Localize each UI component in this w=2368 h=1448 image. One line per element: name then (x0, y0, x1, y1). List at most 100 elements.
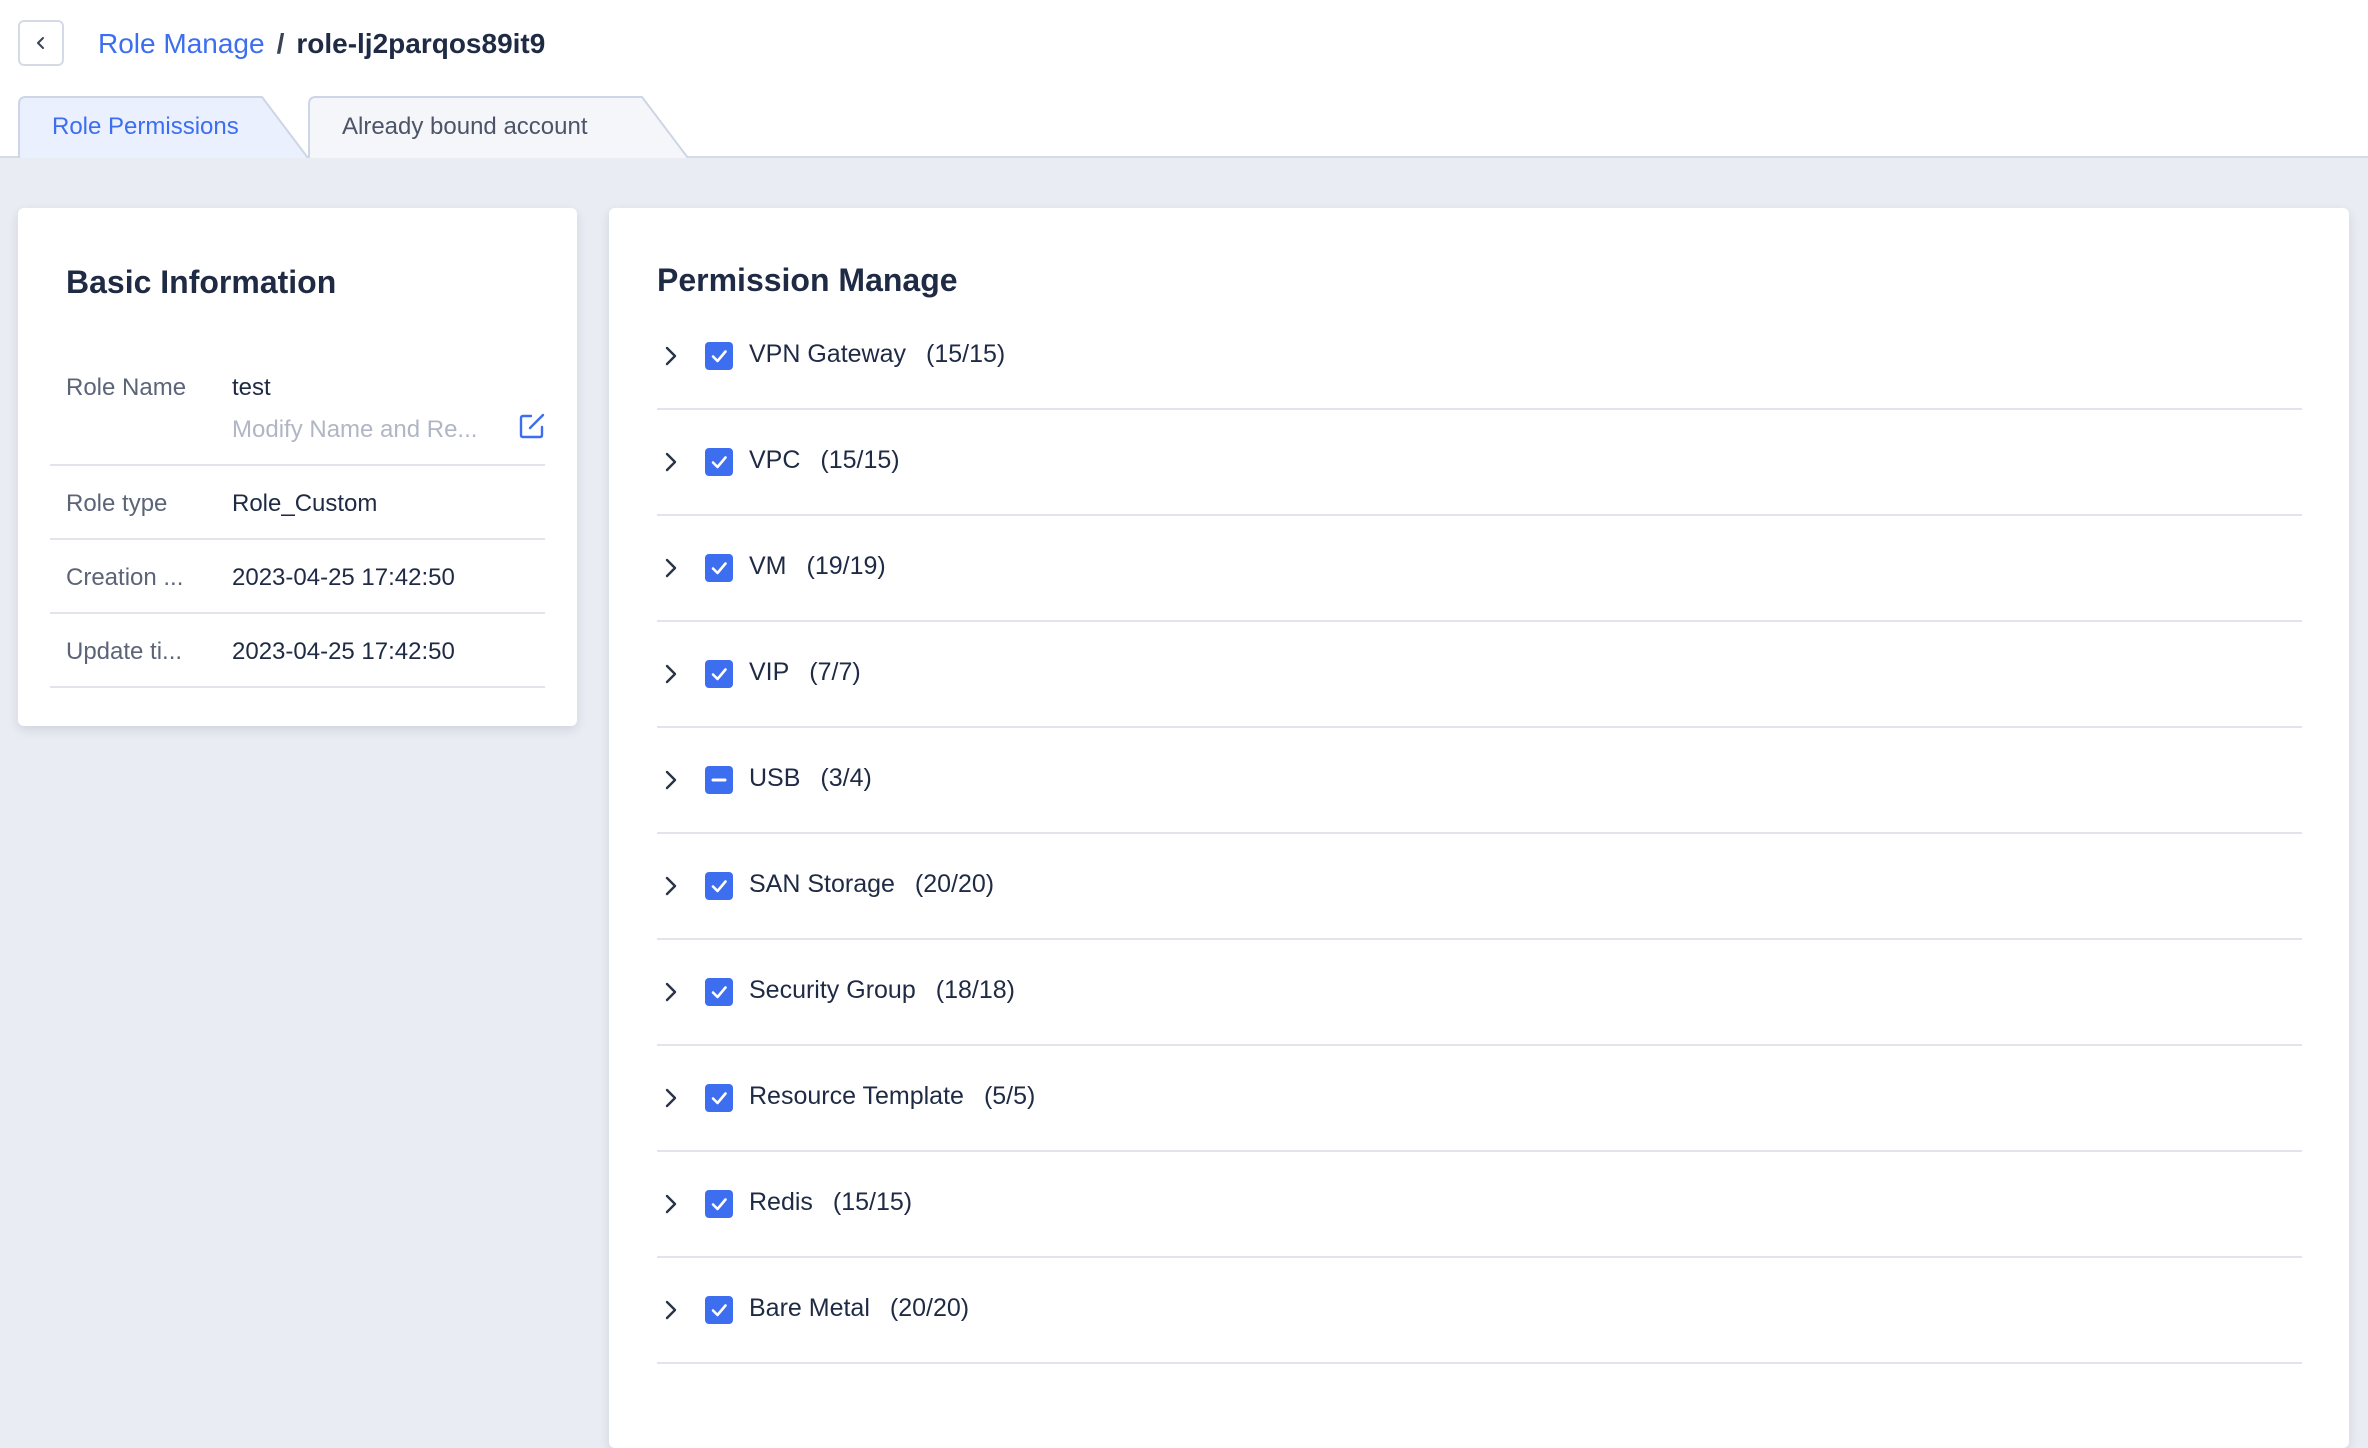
edit-icon[interactable] (518, 412, 546, 440)
info-label: Role Name (66, 374, 187, 401)
info-label: Update ti... (66, 638, 183, 665)
permission-checkbox[interactable] (705, 1296, 733, 1324)
basic-information-card: Basic Information Role Name test Modify … (18, 208, 577, 726)
permission-name: Redis (749, 1188, 813, 1216)
page-header: Role Manage / role-lj2parqos89it9 Role Per… (0, 0, 2368, 158)
permission-name: Bare Metal (749, 1294, 870, 1322)
chevron-right-icon[interactable] (657, 872, 685, 900)
permission-count: (18/18) (935, 976, 1015, 1004)
permission-manage-title: Permission Manage (657, 262, 958, 298)
tab-already-bound-account-label: Already bound account (342, 113, 588, 140)
permission-label: VIP (7/7) (749, 658, 861, 687)
check-mark-icon (711, 1092, 727, 1105)
chevron-right-icon[interactable] (657, 1296, 685, 1324)
permission-checkbox[interactable] (705, 766, 733, 794)
permission-label: VM (19/19) (749, 552, 886, 581)
breadcrumb-separator: / (276, 28, 285, 59)
permission-name: VM (749, 552, 787, 580)
permission-label: SAN Storage (20/20) (749, 870, 994, 899)
permission-label: VPN Gateway (15/15) (749, 340, 1005, 369)
permission-checkbox[interactable] (705, 1190, 733, 1218)
back-button[interactable] (18, 20, 64, 66)
tab-role-permissions[interactable]: Role Permissions (18, 96, 310, 158)
check-mark-icon (711, 1198, 727, 1211)
check-mark-icon (711, 1304, 727, 1317)
permission-label: VPC (15/15) (749, 446, 900, 475)
chevron-right-icon[interactable] (657, 554, 685, 582)
permission-count: (15/15) (926, 340, 1006, 368)
permission-name: VPC (749, 446, 801, 474)
chevron-right-icon[interactable] (657, 448, 685, 476)
permission-name: VPN Gateway (749, 340, 907, 368)
permission-checkbox[interactable] (705, 342, 733, 370)
permission-row-vpc: VPC (15/15) (657, 410, 2302, 516)
check-mark-icon (711, 668, 727, 681)
permission-count: (3/4) (820, 764, 872, 792)
update-time-value: 2023-04-25 17:42:50 (232, 638, 455, 665)
permission-count: (19/19) (806, 552, 886, 580)
permission-list: VPN Gateway (15/15) VPC (15/15) VM (19/19) VIP… (657, 304, 2302, 1364)
permission-label: Resource Template (5/5) (749, 1082, 1035, 1111)
permission-row-san-storage: SAN Storage (20/20) (657, 834, 2302, 940)
info-row-update-time: Update ti... 2023-04-25 17:42:50 (50, 614, 545, 688)
permission-name: USB (749, 764, 801, 792)
permission-checkbox[interactable] (705, 554, 733, 582)
chevron-right-icon[interactable] (657, 660, 685, 688)
permission-row-bare-metal: Bare Metal (20/20) (657, 1258, 2302, 1364)
tab-role-permissions-label: Role Permissions (52, 113, 239, 140)
permission-name: Security Group (749, 976, 916, 1004)
breadcrumb: Role Manage / role-lj2parqos89it9 (98, 24, 545, 64)
permission-checkbox[interactable] (705, 1084, 733, 1112)
check-mark-icon (711, 562, 727, 575)
permission-row-security-group: Security Group (18/18) (657, 940, 2302, 1046)
permission-label: USB (3/4) (749, 764, 872, 793)
chevron-right-icon[interactable] (657, 1190, 685, 1218)
breadcrumb-role-manage-link[interactable]: Role Manage (98, 28, 265, 59)
permission-label: Bare Metal (20/20) (749, 1294, 969, 1323)
permission-checkbox[interactable] (705, 872, 733, 900)
modify-name-hint: Modify Name and Re... (232, 416, 478, 443)
permission-label: Redis (15/15) (749, 1188, 912, 1217)
permission-name: Resource Template (749, 1082, 964, 1110)
indeterminate-mark-icon (711, 778, 727, 782)
role-name-value: test (232, 374, 271, 401)
permission-row-usb: USB (3/4) (657, 728, 2302, 834)
check-mark-icon (711, 456, 727, 469)
permission-count: (20/20) (889, 1294, 970, 1322)
role-type-value: Role_Custom (232, 490, 378, 517)
permission-count: (5/5) (983, 1082, 1036, 1110)
permission-row-redis: Redis (15/15) (657, 1152, 2302, 1258)
basic-information-title: Basic Information (66, 264, 337, 300)
permission-count: (15/15) (832, 1188, 913, 1216)
breadcrumb-current-role: role-lj2parqos89it9 (296, 28, 546, 59)
permission-name: VIP (749, 658, 790, 686)
permission-row-vm: VM (19/19) (657, 516, 2302, 622)
chevron-left-icon (37, 37, 44, 49)
permission-count: (7/7) (809, 658, 861, 686)
creation-time-value: 2023-04-25 17:42:50 (232, 564, 455, 591)
chevron-right-icon[interactable] (657, 978, 685, 1006)
permission-count: (20/20) (914, 870, 995, 898)
check-mark-icon (711, 350, 727, 363)
permission-checkbox[interactable] (705, 448, 733, 476)
permission-name: SAN Storage (749, 870, 895, 898)
permission-row-vpn-gateway: VPN Gateway (15/15) (657, 304, 2302, 410)
tab-already-bound-account[interactable]: Already bound account (308, 96, 690, 158)
chevron-right-icon[interactable] (657, 342, 685, 370)
chevron-right-icon[interactable] (657, 766, 685, 794)
permission-row-resource-template: Resource Template (5/5) (657, 1046, 2302, 1152)
info-row-creation-time: Creation ... 2023-04-25 17:42:50 (50, 540, 545, 614)
permission-manage-card: Permission Manage VPN Gateway (15/15) VPC (… (609, 208, 2349, 1448)
check-mark-icon (711, 880, 727, 893)
permission-label: Security Group (18/18) (749, 976, 1015, 1005)
check-mark-icon (711, 986, 727, 999)
info-row-role-name: Role Name test Modify Name and Re... (50, 354, 545, 466)
permission-row-vip: VIP (7/7) (657, 622, 2302, 728)
permission-checkbox[interactable] (705, 978, 733, 1006)
info-row-role-type: Role type Role_Custom (50, 466, 545, 540)
permission-count: (15/15) (820, 446, 900, 474)
permission-checkbox[interactable] (705, 660, 733, 688)
info-label: Creation ... (66, 564, 184, 591)
info-label: Role type (66, 490, 168, 517)
chevron-right-icon[interactable] (657, 1084, 685, 1112)
